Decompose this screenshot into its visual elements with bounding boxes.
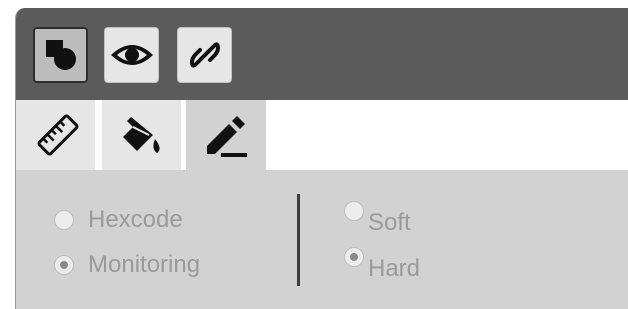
eye-icon bbox=[111, 45, 153, 65]
radio-hard[interactable]: Hard bbox=[344, 247, 420, 281]
radio-label-hexcode: Hexcode bbox=[88, 206, 183, 233]
pencil-icon bbox=[207, 116, 247, 157]
shapes-button[interactable] bbox=[33, 27, 88, 83]
ruler-icon bbox=[37, 114, 79, 156]
tab-bar bbox=[16, 100, 628, 170]
link-button[interactable] bbox=[177, 27, 232, 83]
radio-label-hard: Hard bbox=[368, 255, 421, 282]
options-divider bbox=[297, 194, 300, 286]
shapes-icon bbox=[46, 40, 76, 70]
tab-draw[interactable] bbox=[186, 100, 266, 170]
radio-soft[interactable]: Soft bbox=[344, 201, 411, 235]
tab-fill[interactable] bbox=[102, 100, 182, 170]
options-area: Hexcode Monitoring Soft Hard bbox=[16, 170, 628, 309]
visibility-button[interactable] bbox=[104, 27, 159, 83]
paint-bucket-icon bbox=[123, 117, 160, 153]
radio-monitoring[interactable]: Monitoring bbox=[54, 253, 200, 277]
radio-label-soft: Soft bbox=[368, 209, 411, 236]
tab-measure[interactable] bbox=[16, 100, 96, 170]
radio-hexcode[interactable]: Hexcode bbox=[54, 208, 183, 232]
editor-panel: Hexcode Monitoring Soft Hard bbox=[15, 8, 628, 309]
radio-button[interactable] bbox=[54, 210, 74, 230]
radio-button[interactable] bbox=[344, 201, 364, 221]
radio-button[interactable] bbox=[54, 255, 74, 275]
top-toolbar bbox=[16, 8, 628, 100]
radio-button[interactable] bbox=[344, 247, 364, 267]
radio-label-monitoring: Monitoring bbox=[88, 251, 201, 278]
link-icon bbox=[189, 42, 221, 68]
